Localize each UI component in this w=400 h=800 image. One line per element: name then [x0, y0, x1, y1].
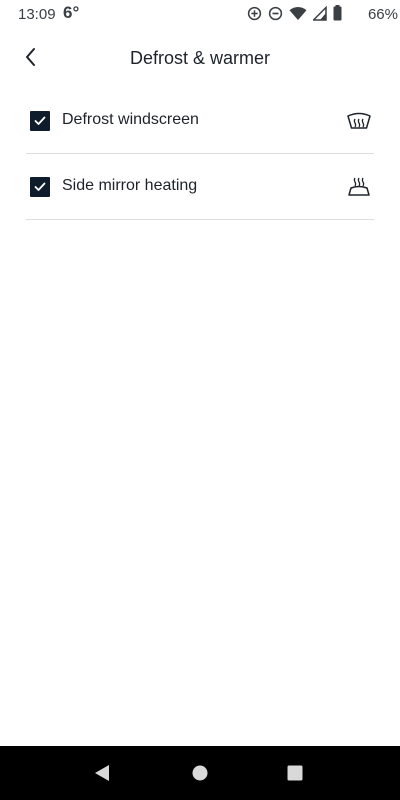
- header: Defrost & warmer: [0, 36, 400, 82]
- status-bar: 13:09 6° 66%: [0, 0, 400, 28]
- battery-icon: [333, 5, 342, 21]
- recents-square-icon: [287, 765, 303, 781]
- list-item-side-mirror-heating[interactable]: Side mirror heating: [26, 154, 374, 220]
- status-icons: [247, 5, 342, 21]
- page-title: Defrost & warmer: [129, 48, 271, 68]
- status-time: 13:09: [18, 6, 56, 23]
- settings-list: Defrost windscreen Side mirror heating: [26, 88, 374, 220]
- side-mirror-heating-label: Side mirror heating: [62, 177, 198, 194]
- windscreen-defrost-icon: [346, 108, 372, 134]
- signal-icon: [313, 5, 327, 21]
- defrost-windscreen-label: Defrost windscreen: [62, 111, 199, 128]
- defrost-windscreen-checkbox[interactable]: [30, 111, 50, 131]
- home-circle-icon: [192, 765, 208, 781]
- nav-home-button[interactable]: [170, 746, 230, 800]
- list-item-defrost-windscreen[interactable]: Defrost windscreen: [26, 88, 374, 154]
- nav-back-button[interactable]: [72, 746, 132, 800]
- nav-recents-button[interactable]: [265, 746, 325, 800]
- battery-percent: 66%: [367, 6, 398, 23]
- checkmark-icon: [34, 116, 46, 125]
- mirror-heating-icon: [346, 174, 372, 200]
- wifi-icon: [289, 6, 307, 21]
- data-saver-icon: [247, 6, 262, 21]
- navigation-bar: [0, 746, 400, 800]
- status-temperature: 6°: [63, 3, 80, 22]
- back-triangle-icon: [95, 765, 109, 781]
- side-mirror-heating-checkbox[interactable]: [30, 177, 50, 197]
- do-not-disturb-icon: [268, 6, 283, 21]
- checkmark-icon: [34, 182, 46, 191]
